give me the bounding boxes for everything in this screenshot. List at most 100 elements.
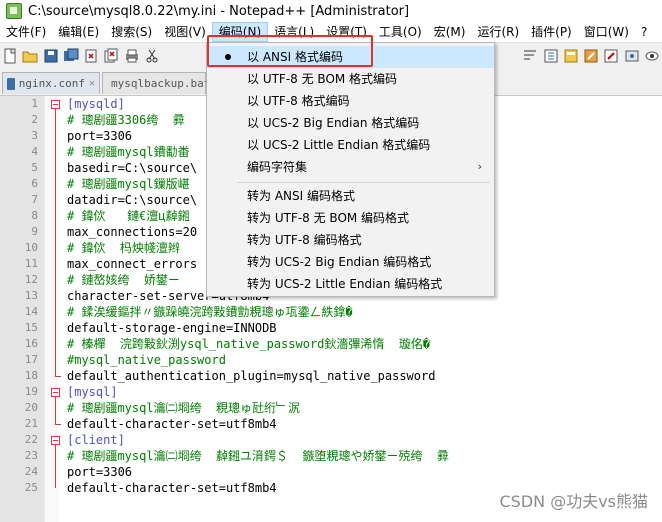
save-icon[interactable] [43, 47, 59, 65]
menu-item-convert-ansi[interactable]: 转为 ANSI 编码格式 [207, 185, 494, 207]
line-number: 25 [24, 481, 38, 494]
line-number: 9 [31, 225, 38, 238]
line-text: default-storage-engine=INNODB [67, 321, 277, 335]
menu-edit[interactable]: 编辑(E) [52, 22, 105, 42]
line-number: 7 [31, 193, 38, 206]
menu-item-encode-ucs2-le[interactable]: 以 UCS-2 Little Endian 格式编码 [207, 134, 494, 156]
code-line: 18 default_authentication_plugin=mysql_na… [0, 368, 662, 384]
line-text: datadir=C:\source\ [67, 193, 198, 207]
fold-toggle-icon[interactable] [51, 388, 60, 397]
menu-item-encode-ansi[interactable]: 以 ANSI 格式编码 [207, 46, 494, 68]
menu-search[interactable]: 搜索(S) [105, 22, 158, 42]
line-text: max_connect_errors [67, 257, 198, 271]
eye-icon[interactable] [644, 47, 660, 65]
menu-language[interactable]: 语言(L) [268, 22, 320, 42]
line-number: 20 [24, 401, 38, 414]
line-text: basedir=C:\source\ [67, 161, 198, 175]
menu-bar: 文件(F) 编辑(E) 搜索(S) 视图(V) 编码(N) 语言(L) 设置(T… [0, 22, 662, 42]
line-text: #mysql_native_password [67, 353, 226, 367]
close-all-icon[interactable] [103, 47, 119, 65]
code-line: 17 #mysql_native_password [0, 352, 662, 368]
code-line: 20 # 璁剧疆mysql瀹㈡埛绔 粯璁ゅ瓧绗﹂泦 [0, 400, 662, 416]
menu-help[interactable]: ? [635, 22, 653, 42]
menu-run[interactable]: 运行(R) [471, 22, 525, 42]
menu-encoding[interactable]: 编码(N) [211, 22, 269, 42]
line-number: 19 [24, 385, 38, 398]
menu-tools[interactable]: 工具(O) [373, 22, 428, 42]
line-text: port=3306 [67, 465, 133, 479]
line-text: # 鏈嶅姟绔 娇鐢ㄧ [67, 273, 180, 287]
watermark: CSDN @功夫vs熊猫 [499, 492, 648, 511]
folder-workspace-icon[interactable] [603, 47, 619, 65]
menu-item-convert-utf8-no-bom[interactable]: 转为 UTF-8 无 BOM 编码格式 [207, 207, 494, 229]
line-number: 24 [24, 465, 38, 478]
menu-settings[interactable]: 设置(T) [320, 22, 373, 42]
line-number: 6 [31, 177, 38, 190]
code-line: 19 [mysql] [0, 384, 662, 400]
menu-item-encode-ucs2-be[interactable]: 以 UCS-2 Big Endian 格式编码 [207, 112, 494, 134]
fold-toggle-icon[interactable] [51, 436, 60, 445]
cut-icon[interactable] [144, 47, 160, 65]
line-number: 3 [31, 129, 38, 142]
line-number: 16 [24, 337, 38, 350]
line-text: [mysql] [67, 385, 118, 399]
menu-item-encode-utf8[interactable]: 以 UTF-8 格式编码 [207, 90, 494, 112]
line-number: 17 [24, 353, 38, 366]
line-text: [client] [67, 433, 125, 447]
line-number: 5 [31, 161, 38, 174]
line-text: # 鍒涘缓鏂拌〃鏃跺皢浣跨敤鐨勯粯璁ゅ瓨鍌ㄥ紩鎿� [67, 305, 353, 319]
save-all-icon[interactable] [63, 47, 79, 65]
function-list-icon[interactable] [583, 47, 599, 65]
line-text: # 榛樿 浣跨敤鈥渕ysql_native_password鈥濇彃浠惰 璇佲� [67, 337, 431, 351]
fold-toggle-icon[interactable] [51, 100, 60, 109]
menu-macro[interactable]: 宏(M) [428, 22, 472, 42]
radio-checked-icon [225, 54, 231, 60]
monitoring-icon[interactable] [623, 47, 639, 65]
line-number: 21 [24, 417, 38, 430]
menu-window[interactable]: 窗口(W) [578, 22, 635, 42]
line-text: max_connections=20 [67, 225, 198, 239]
menu-file[interactable]: 文件(F) [0, 22, 52, 42]
menu-item-character-sets[interactable]: 编码字符集 › [207, 156, 494, 178]
menu-item-convert-ucs2-be[interactable]: 转为 UCS-2 Big Endian 编码格式 [207, 251, 494, 273]
line-number: 4 [31, 145, 38, 158]
encoding-dropdown-menu: 以 ANSI 格式编码 以 UTF-8 无 BOM 格式编码 以 UTF-8 格… [206, 42, 495, 297]
tab-mysqlbackup-bat[interactable]: mysqlbackup.bat [102, 72, 210, 94]
tab-label: mysqlbackup.bat [111, 77, 211, 90]
line-text: # 璁剧疆mysql鐨勫畨 [67, 145, 190, 159]
tab-nginx-conf[interactable]: nginx.conf ✕ [2, 72, 100, 94]
submenu-arrow-icon: › [477, 160, 482, 173]
code-line: 14 # 鍒涘缓鏂拌〃鏃跺皢浣跨敤鐨勯粯璁ゅ瓨鍌ㄥ紩鎿� [0, 304, 662, 320]
line-number: 2 [31, 113, 38, 126]
fold-end [55, 424, 61, 425]
menu-item-convert-utf8[interactable]: 转为 UTF-8 编码格式 [207, 229, 494, 251]
document-map-icon[interactable] [563, 47, 579, 65]
new-file-icon[interactable] [2, 47, 18, 65]
fold-line [55, 445, 56, 488]
line-text: # 璁剧疆3306绔 彛 [67, 113, 185, 127]
line-number: 22 [24, 433, 38, 446]
print-icon[interactable] [124, 47, 140, 65]
line-text: # 璁剧疆mysql瀹㈡埛绔 粯璁ゅ瓧绗﹂泦 [67, 401, 301, 415]
word-wrap-icon[interactable] [522, 47, 538, 65]
menu-view[interactable]: 视图(V) [158, 22, 212, 42]
menu-item-encode-utf8-no-bom[interactable]: 以 UTF-8 无 BOM 格式编码 [207, 68, 494, 90]
code-line: 15 default-storage-engine=INNODB [0, 320, 662, 336]
line-number: 1 [31, 97, 38, 110]
line-number: 10 [24, 241, 38, 254]
menu-separator [237, 182, 490, 183]
indent-guide-icon[interactable] [542, 47, 558, 65]
fold-line [55, 109, 56, 376]
line-text: default-character-set=utf8mb4 [67, 481, 277, 495]
line-text: # 鍏佽 鏈€澶ц繛鎺 [67, 209, 190, 223]
menu-item-convert-ucs2-le[interactable]: 转为 UCS-2 Little Endian 编码格式 [207, 273, 494, 295]
code-line: 22 [client] [0, 432, 662, 448]
tab-close-icon[interactable]: ✕ [89, 78, 95, 89]
code-line: 21 default-character-set=utf8mb4 [0, 416, 662, 432]
close-file-icon[interactable] [83, 47, 99, 65]
open-file-icon[interactable] [22, 47, 38, 65]
line-text: port=3306 [67, 129, 133, 143]
line-text: # 璁剧疆mysql瀹㈡埛绔 繛鎺ユ湇鍔＄ 鏃堕粯璁や娇鐢ㄧ殑绔 彛 [67, 449, 449, 463]
menu-plugins[interactable]: 插件(P) [525, 22, 578, 42]
window-title: C:\source\mysql8.0.22\my.ini - Notepad++… [28, 3, 410, 19]
